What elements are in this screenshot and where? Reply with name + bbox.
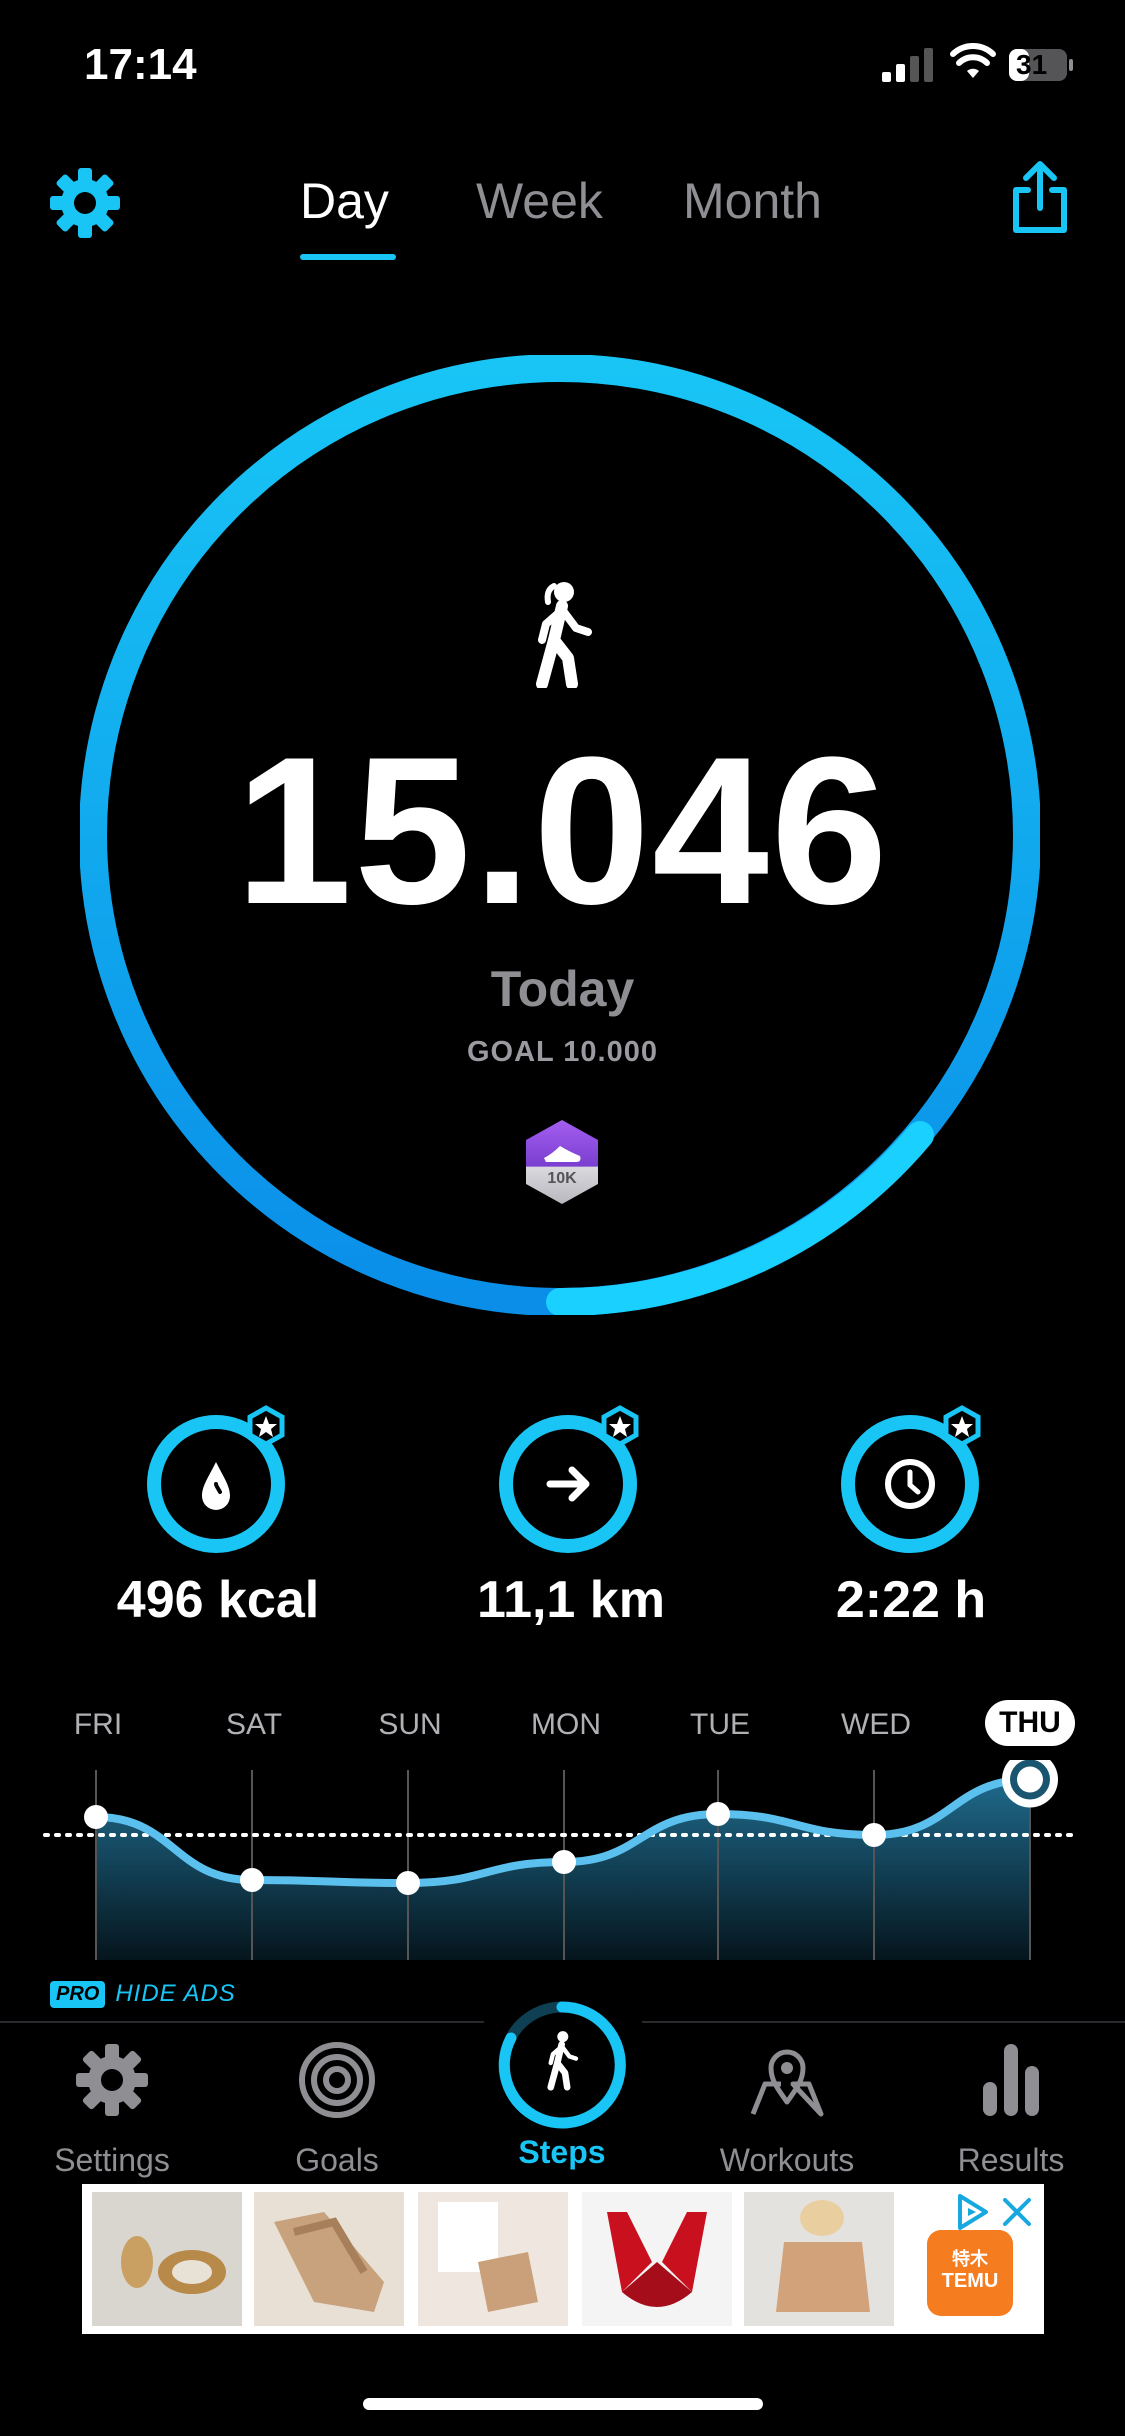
tabbar-label-settings: Settings: [54, 2142, 170, 2178]
day-label-thu-selected[interactable]: THU: [985, 1700, 1075, 1746]
calories-value: 496 kcal: [116, 1571, 320, 1629]
tab-day[interactable]: Day: [300, 172, 389, 230]
10k-badge[interactable]: 10K: [522, 1118, 602, 1206]
day-label-fri[interactable]: FRI: [38, 1708, 158, 1742]
stat-calories[interactable]: [138, 1400, 298, 1560]
gear-icon[interactable]: [48, 166, 122, 240]
period-label: Today: [490, 961, 635, 1017]
gear-icon: [76, 2044, 148, 2116]
battery-level: 31: [1016, 49, 1048, 80]
tabbar-label-steps: Steps: [518, 2134, 606, 2170]
tab-month[interactable]: Month: [683, 172, 822, 230]
day-label-wed[interactable]: WED: [816, 1708, 936, 1742]
ad-product-image: [254, 2192, 404, 2326]
day-label-mon[interactable]: MON: [506, 1708, 626, 1742]
day-label-sat[interactable]: SAT: [194, 1708, 314, 1742]
tab-week[interactable]: Week: [476, 172, 603, 230]
chart-point: [396, 1871, 420, 1895]
chart-point-selected-dot: [1017, 1766, 1043, 1793]
ad-product-image: [744, 2192, 894, 2326]
walker-icon: [536, 582, 592, 688]
stat-duration[interactable]: [830, 1400, 990, 1560]
wifi-icon: [950, 43, 996, 78]
target-icon: [299, 2042, 375, 2118]
ad-product-image: [582, 2192, 732, 2326]
chart-point: [240, 1868, 264, 1892]
tabbar-label-results: Results: [957, 2142, 1065, 2178]
tabbar-workouts[interactable]: Workouts: [687, 2040, 887, 2179]
hide-ads-link[interactable]: PRO HIDE ADS: [50, 1980, 236, 2008]
tabbar-results[interactable]: Results: [911, 2040, 1111, 2179]
duration-value: 2:22 h: [835, 1571, 987, 1629]
step-count: 15.046: [235, 713, 890, 948]
battery-indicator: 31: [1008, 48, 1074, 82]
share-icon[interactable]: [1004, 160, 1076, 236]
tabbar-goals[interactable]: Goals: [237, 2040, 437, 2179]
temu-logo-text: TEMU: [941, 2270, 999, 2292]
map-pin-icon: [750, 2049, 824, 2117]
distance-value: 11,1 km: [477, 1571, 665, 1629]
temu-logo: 特木 TEMU: [927, 2230, 1013, 2316]
day-label-tue[interactable]: TUE: [660, 1708, 780, 1742]
status-time: 17:14: [84, 40, 197, 89]
walker-icon: [498, 2001, 626, 2129]
day-label-sun[interactable]: SUN: [350, 1708, 470, 1742]
home-indicator: [363, 2398, 763, 2410]
chart-point: [862, 1823, 886, 1847]
ad-product-image: [418, 2192, 568, 2326]
chart-point: [552, 1850, 576, 1874]
signal-icon: [882, 48, 933, 82]
tabbar-label-goals: Goals: [295, 2142, 379, 2178]
close-icon[interactable]: [997, 2192, 1037, 2232]
tabbar-settings[interactable]: Settings: [12, 2040, 212, 2179]
adchoices-icon[interactable]: [952, 2192, 992, 2232]
ad-banner[interactable]: 特木 TEMU: [82, 2184, 1044, 2334]
tabbar-label-workouts: Workouts: [719, 2142, 855, 2178]
temu-logo-cn: 特木: [952, 2249, 988, 2269]
hide-ads-label: HIDE ADS: [115, 1980, 236, 2007]
ad-product-image: [92, 2192, 242, 2326]
chart-point: [84, 1805, 108, 1829]
goal-label: GOAL 10.000: [466, 1036, 658, 1068]
bar-chart-icon: [983, 2044, 1039, 2116]
weekly-steps-chart: [43, 1760, 1077, 1960]
badge-label: 10K: [547, 1170, 577, 1187]
stat-distance[interactable]: [488, 1400, 648, 1560]
active-tab-indicator: [300, 254, 396, 260]
tabbar-steps[interactable]: Steps: [462, 2000, 662, 2171]
chart-point: [706, 1802, 730, 1826]
pro-tag: PRO: [50, 1980, 106, 2008]
